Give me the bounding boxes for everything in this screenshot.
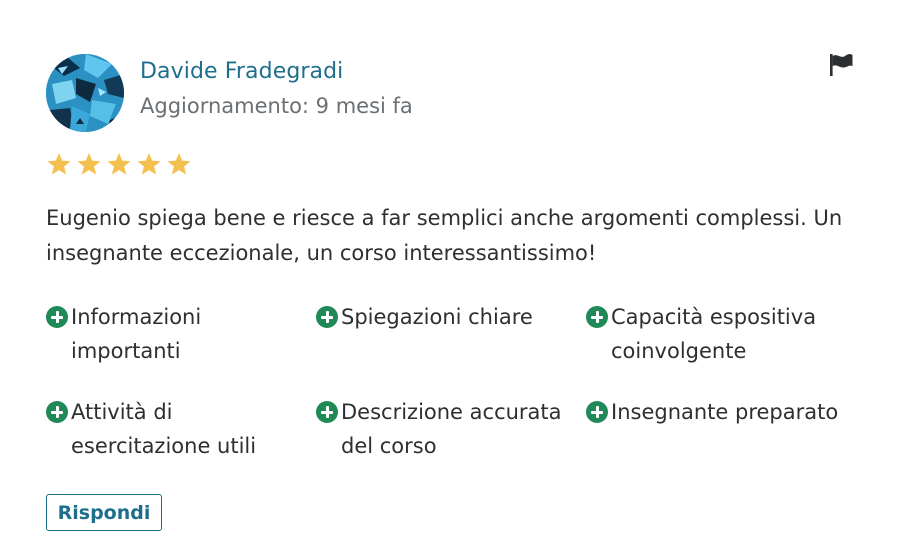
review-card: Davide Fradegradi Aggiornamento: 9 mesi … [0, 0, 900, 551]
star-rating [46, 152, 192, 176]
tag-item: Attività di esercitazione utili [46, 395, 316, 463]
star-icon [167, 153, 191, 175]
star-icon [77, 153, 101, 175]
tag-label: Descrizione accurata del corso [341, 400, 562, 458]
tag-item: Insegnante preparato [586, 395, 846, 463]
star-icon [137, 153, 161, 175]
author-name[interactable]: Davide Fradegradi [140, 59, 343, 84]
tag-item: Capacità espositiva coinvolgente [586, 300, 846, 368]
plus-circle-icon [46, 306, 68, 328]
tag-label: Attività di esercitazione utili [71, 400, 257, 458]
tag-label: Capacità espositiva coinvolgente [611, 305, 817, 363]
tag-item: Informazioni importanti [46, 300, 316, 368]
avatar[interactable] [46, 54, 124, 132]
reply-button[interactable]: Rispondi [46, 494, 162, 531]
tag-item: Spiegazioni chiare [316, 300, 586, 368]
tag-item: Descrizione accurata del corso [316, 395, 586, 463]
tag-label: Insegnante preparato [611, 400, 839, 424]
avatar-image [46, 54, 124, 132]
star-icon [107, 153, 131, 175]
flag-icon[interactable] [828, 53, 854, 77]
plus-circle-icon [586, 401, 608, 423]
review-tags: Informazioni importanti Spiegazioni chia… [46, 300, 846, 463]
plus-circle-icon [46, 401, 68, 423]
review-updated-time: Aggiornamento: 9 mesi fa [140, 94, 413, 118]
tag-label: Spiegazioni chiare [341, 305, 533, 329]
star-icon [47, 153, 71, 175]
tag-label: Informazioni importanti [71, 305, 202, 363]
plus-circle-icon [316, 306, 338, 328]
review-text: Eugenio spiega bene e riesce a far sempl… [46, 206, 843, 265]
plus-circle-icon [316, 401, 338, 423]
plus-circle-icon [586, 306, 608, 328]
